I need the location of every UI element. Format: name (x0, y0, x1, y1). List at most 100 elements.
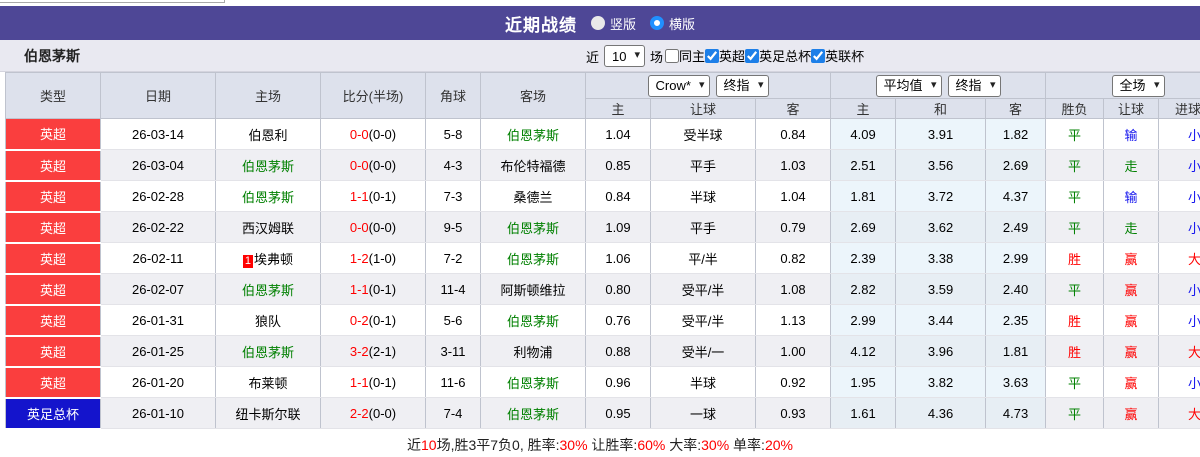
corners-cell: 11-6 (425, 366, 481, 398)
crow-away-odds: 1.08 (755, 273, 832, 305)
score-cell: 1-2(1-0) (320, 242, 426, 274)
result-goals-cell: 大 (1158, 242, 1200, 274)
crow-away-odds: 1.13 (755, 304, 832, 336)
layout-vertical-option[interactable]: 竖版 (590, 14, 636, 33)
col-header-score: 比分(半场) (320, 72, 426, 119)
team-name: 伯恩茅斯 (24, 47, 80, 64)
filter-checkbox-3[interactable] (811, 48, 826, 63)
crow-handicap: 一球 (650, 397, 756, 429)
score-cell: 2-2(0-0) (320, 397, 426, 429)
crow-away-odds: 0.92 (755, 366, 832, 398)
crow-handicap: 受平/半 (650, 304, 756, 336)
col-header-crow-away: 客 (755, 98, 832, 119)
results-table-wrap: 类型 日期 主场 比分(半场) 角球 客场 Crow* 终指 (5, 72, 1200, 430)
summary-line: 近 10 场,胜3平7负0, 胜率: 30% 让胜率: 60% 大率: 30% 单率: 20… (0, 430, 1200, 457)
layout-vertical-label: 竖版 (609, 16, 636, 32)
avg-odds-group: 平均值 终指 (830, 72, 1047, 99)
crow-handicap: 受半/一 (650, 335, 756, 367)
result-wdl-cell: 胜 (1045, 242, 1105, 274)
red-card-badge: 1 (242, 254, 254, 268)
summary-segment-9: 20% (764, 436, 793, 453)
radio-unchecked-icon[interactable] (590, 16, 605, 30)
col-header-home: 主场 (215, 72, 321, 119)
result-wdl-cell: 平 (1045, 397, 1105, 429)
league-badge: 英超 (5, 180, 101, 213)
odds-source-select[interactable]: Crow* (647, 74, 710, 97)
result-goals-cell: 小 (1158, 180, 1200, 212)
home-team-cell: 伯恩茅斯 (215, 149, 321, 181)
result-wdl-cell: 胜 (1045, 335, 1105, 367)
away-team-cell: 伯恩茅斯 (480, 304, 586, 336)
avg-odds-select[interactable]: 平均值 (875, 74, 942, 97)
summary-segment-5: 60% (637, 436, 666, 453)
col-header-corners: 角球 (425, 72, 481, 119)
avg-away-odds: 2.35 (985, 304, 1047, 336)
date-cell: 26-01-20 (100, 366, 216, 398)
summary-segment-8: 单率: (729, 436, 765, 453)
filter-checkbox-2[interactable] (745, 48, 760, 63)
col-header-crow-handicap: 让球 (650, 98, 756, 119)
table-row: 英超 26-03-04 伯恩茅斯 0-0(0-0) 4-3 布伦特福德 0.85 平手 1.03… (5, 149, 1200, 182)
avg-away-odds: 2.40 (985, 273, 1047, 305)
crow-away-odds: 0.79 (755, 211, 832, 243)
avg-draw-odds: 3.91 (895, 118, 987, 150)
summary-segment-6: 大率: (665, 436, 702, 453)
filter-checkbox-option-1[interactable]: 英超 (705, 46, 745, 65)
score-cell: 1-1(0-1) (320, 366, 426, 398)
summary-segment-4: 让胜率: (587, 436, 638, 453)
crow-away-odds: 0.82 (755, 242, 832, 274)
result-scope-group: 全场 (1045, 72, 1200, 99)
filter-checkbox-option-2[interactable]: 英足总杯 (745, 46, 811, 65)
col-header-date: 日期 (100, 72, 216, 119)
filter-checkbox-0[interactable] (665, 48, 680, 63)
league-badge: 英超 (5, 304, 101, 337)
crow-home-odds: 0.76 (585, 304, 651, 336)
avg-away-odds: 1.82 (985, 118, 1047, 150)
avg-odds-type-select[interactable]: 终指 (947, 74, 1001, 97)
league-badge: 英超 (5, 273, 101, 306)
avg-draw-odds: 3.96 (895, 335, 987, 367)
score-cell: 0-0(0-0) (320, 149, 426, 181)
filter-checkbox-option-0[interactable]: 同主 (665, 46, 705, 65)
avg-away-odds: 1.81 (985, 335, 1047, 367)
corners-cell: 5-8 (425, 118, 481, 150)
table-row: 英超 26-01-25 伯恩茅斯 3-2(2-1) 3-11 利物浦 0.88 受半/一 1.0… (5, 335, 1200, 368)
crow-home-odds: 1.06 (585, 242, 651, 274)
filter-checkbox-option-3[interactable]: 英联杯 (811, 46, 864, 65)
results-table: 类型 日期 主场 比分(半场) 角球 客场 Crow* 终指 (5, 72, 1200, 430)
home-team-cell: 狼队 (215, 304, 321, 336)
score-cell: 1-1(0-1) (320, 273, 426, 305)
avg-draw-odds: 3.62 (895, 211, 987, 243)
summary-segment-0: 近 (407, 436, 422, 453)
odds-source-group: Crow* 终指 (585, 72, 832, 99)
crow-handicap: 平手 (650, 211, 756, 243)
score-cell: 1-1(0-1) (320, 180, 426, 212)
avg-away-odds: 2.99 (985, 242, 1047, 274)
avg-home-odds: 2.99 (830, 304, 897, 336)
odds-source-type-select[interactable]: 终指 (715, 74, 769, 97)
filter-checkbox-label-3: 英联杯 (825, 49, 865, 65)
layout-horizontal-option[interactable]: 横版 (650, 14, 695, 33)
crow-handicap: 受平/半 (650, 273, 756, 305)
score-cell: 0-0(0-0) (320, 118, 426, 150)
table-row: 英超 26-02-07 伯恩茅斯 1-1(0-1) 11-4 阿斯顿维拉 0.80 受平/半 1… (5, 273, 1200, 306)
away-team-cell: 伯恩茅斯 (480, 366, 586, 398)
radio-checked-icon[interactable] (650, 16, 664, 30)
col-header-avg-draw: 和 (895, 98, 987, 119)
result-handicap-cell: 赢 (1103, 335, 1160, 367)
matches-label: 场 (650, 49, 664, 65)
crow-handicap: 半球 (650, 180, 756, 212)
recent-count-select[interactable]: 10 (604, 45, 646, 67)
summary-segment-2: 场,胜3平7负0, 胜率: (436, 436, 560, 453)
summary-segment-3: 30% (559, 436, 588, 453)
avg-home-odds: 2.82 (830, 273, 897, 305)
result-scope-select[interactable]: 全场 (1111, 74, 1165, 97)
avg-draw-odds: 4.36 (895, 397, 987, 429)
home-team-cell: 伯恩利 (215, 118, 321, 150)
result-goals-cell: 大 (1158, 335, 1200, 367)
date-cell: 26-02-11 (100, 242, 216, 274)
filter-checkbox-label-2: 英足总杯 (759, 49, 812, 65)
corners-cell: 4-3 (425, 149, 481, 181)
filter-checkbox-1[interactable] (705, 48, 720, 63)
away-team-cell: 伯恩茅斯 (480, 118, 586, 150)
